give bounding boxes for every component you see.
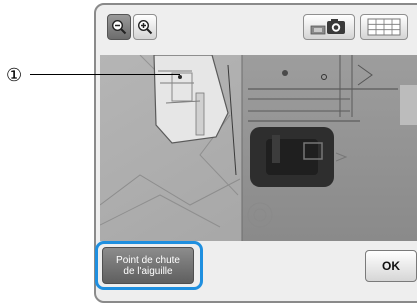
grid-button[interactable]: [360, 14, 408, 40]
callout-number: ①: [6, 65, 23, 85]
needle-drop-label-line2: de l'aiguille: [123, 265, 173, 277]
callout-leader-line: [30, 74, 180, 75]
camera-feed-image: [100, 55, 417, 241]
camera-button[interactable]: [303, 14, 355, 40]
camera-icon: [310, 19, 345, 35]
zoom-in-button[interactable]: [133, 14, 157, 40]
zoom-out-icon: [111, 19, 127, 35]
needle-drop-label-line1: Point de chute: [116, 254, 180, 266]
needle-drop-point-button[interactable]: Point de chute de l'aiguille: [102, 247, 194, 284]
grid-icon: [367, 18, 401, 36]
camera-view: [100, 55, 417, 241]
zoom-out-button[interactable]: [107, 14, 131, 40]
ok-button[interactable]: OK: [365, 250, 417, 282]
zoom-in-icon: [137, 19, 153, 35]
